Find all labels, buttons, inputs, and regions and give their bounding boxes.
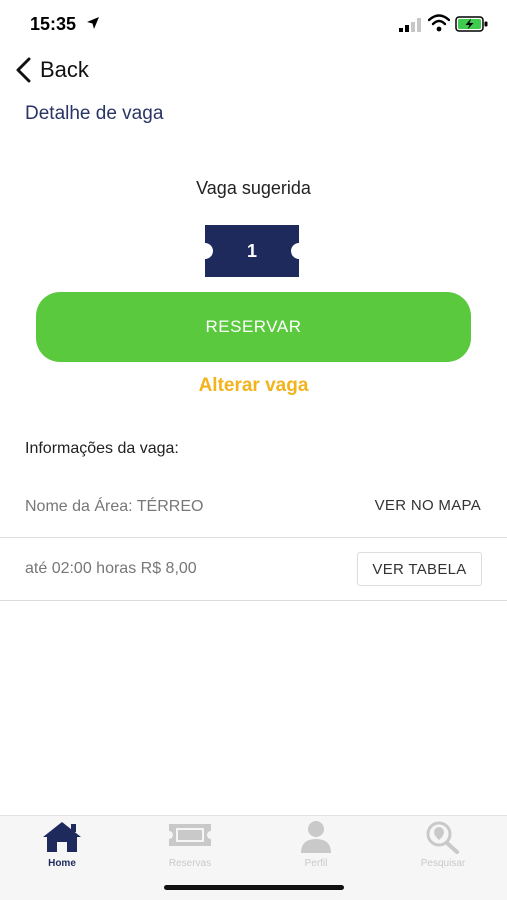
cellular-signal-icon	[399, 18, 421, 32]
chevron-left-icon	[16, 57, 31, 83]
home-indicator[interactable]	[164, 885, 344, 890]
person-icon	[301, 821, 331, 853]
battery-charging-icon	[455, 16, 488, 32]
suggested-spot-label: Vaga sugerida	[196, 178, 311, 198]
search-location-icon	[426, 821, 459, 854]
back-label: Back	[40, 57, 89, 82]
tab-perfil-label: Perfil	[304, 858, 328, 869]
area-name-text: Nome da Área: TÉRREO	[25, 498, 204, 515]
price-row: até 02:00 horas R$ 8,00 VER TABELA	[0, 537, 507, 601]
wifi-icon	[428, 14, 450, 32]
tab-reservas-label: Reservas	[168, 858, 212, 869]
tab-pesquisar-label: Pesquisar	[420, 858, 466, 869]
view-table-button[interactable]: VER TABELA	[357, 552, 482, 586]
back-button[interactable]: Back	[14, 54, 89, 86]
reserve-button[interactable]: RESERVAR	[36, 292, 471, 362]
status-time: 15:35	[30, 14, 77, 34]
page-title: Detalhe de vaga	[25, 103, 164, 124]
tab-perfil[interactable]: Perfil	[266, 820, 366, 872]
ticket-icon	[169, 824, 211, 846]
tab-home-label: Home	[48, 858, 76, 869]
area-row: Nome da Área: TÉRREO VER NO MAPA	[0, 474, 507, 538]
tab-reservas[interactable]: Reservas	[140, 820, 240, 872]
change-spot-link[interactable]: Alterar vaga	[0, 375, 507, 397]
price-text: até 02:00 horas R$ 8,00	[25, 560, 197, 577]
tab-home[interactable]: Home	[12, 820, 112, 872]
spot-number: 1	[246, 240, 257, 261]
info-heading: Informações da vaga:	[25, 440, 179, 457]
view-map-link[interactable]: VER NO MAPA	[375, 497, 481, 514]
tab-pesquisar[interactable]: Pesquisar	[393, 820, 493, 872]
location-arrow-icon	[87, 17, 99, 29]
home-icon	[43, 822, 81, 852]
status-bar: 15:35	[0, 0, 507, 48]
